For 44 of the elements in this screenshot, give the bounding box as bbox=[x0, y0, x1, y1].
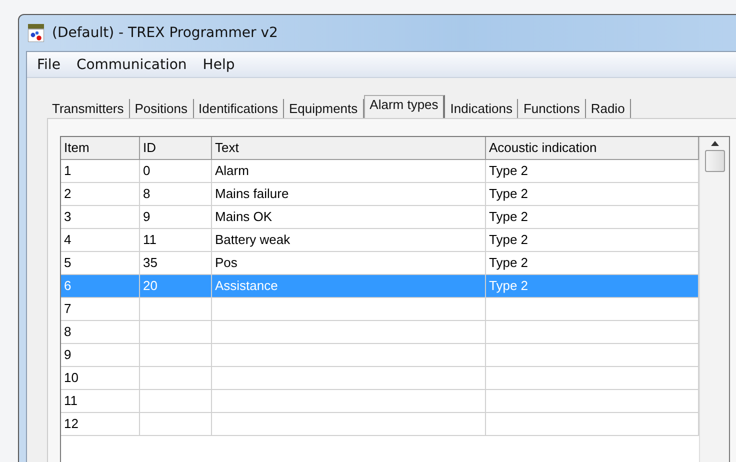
table-cell: 7 bbox=[61, 298, 140, 321]
table-cell: 12 bbox=[61, 413, 140, 436]
column-header[interactable]: Item bbox=[61, 137, 140, 160]
column-header[interactable]: Acoustic indication bbox=[486, 137, 699, 160]
menu-item[interactable]: Communication bbox=[68, 56, 195, 72]
table-cell: 8 bbox=[140, 183, 212, 206]
table-cell: 4 bbox=[61, 229, 140, 252]
table-cell: Type 2 bbox=[486, 275, 699, 298]
table-cell: Mains OK bbox=[212, 206, 486, 229]
scroll-up-icon[interactable] bbox=[710, 141, 718, 146]
column-header[interactable]: ID bbox=[140, 137, 212, 160]
tab[interactable]: Identifications bbox=[194, 99, 284, 118]
table-cell: 11 bbox=[61, 390, 140, 413]
scroll-bar[interactable] bbox=[699, 137, 729, 462]
table-cell: Type 2 bbox=[486, 229, 699, 252]
table-cell: Alarm bbox=[212, 160, 486, 183]
table-cell: 10 bbox=[61, 367, 140, 390]
table-cell: 8 bbox=[61, 321, 140, 344]
table-cell: Battery weak bbox=[212, 229, 486, 252]
table-cell: 9 bbox=[140, 206, 212, 229]
table-cell: 3 bbox=[61, 206, 140, 229]
scroll-thumb[interactable] bbox=[704, 150, 724, 172]
menu-item[interactable]: Help bbox=[194, 56, 243, 72]
table-cell: 2 bbox=[61, 183, 140, 206]
table-cell: 0 bbox=[140, 160, 212, 183]
table-cell: Assistance bbox=[212, 275, 486, 298]
window-title: (Default) - TREX Programmer v2 bbox=[52, 25, 278, 41]
table-cell: Pos bbox=[212, 252, 486, 275]
table-cell: 6 bbox=[61, 275, 140, 298]
table-cell: 9 bbox=[61, 344, 140, 367]
tab[interactable]: Alarm types bbox=[364, 95, 446, 119]
table-cell: Type 2 bbox=[486, 206, 699, 229]
table-cell: Mains failure bbox=[212, 183, 486, 206]
table-cell: Type 2 bbox=[486, 160, 699, 183]
column-header[interactable]: Text bbox=[212, 137, 486, 160]
table-cell: 20 bbox=[140, 275, 212, 298]
table-cell: 35 bbox=[140, 252, 212, 275]
menu-item[interactable]: File bbox=[29, 56, 68, 72]
table-cell: Type 2 bbox=[486, 183, 699, 206]
table-cell: 1 bbox=[61, 160, 140, 183]
table-cell: Type 2 bbox=[486, 252, 699, 275]
app-icon bbox=[28, 24, 44, 42]
table-cell: 11 bbox=[140, 229, 212, 252]
table-cell: 5 bbox=[61, 252, 140, 275]
